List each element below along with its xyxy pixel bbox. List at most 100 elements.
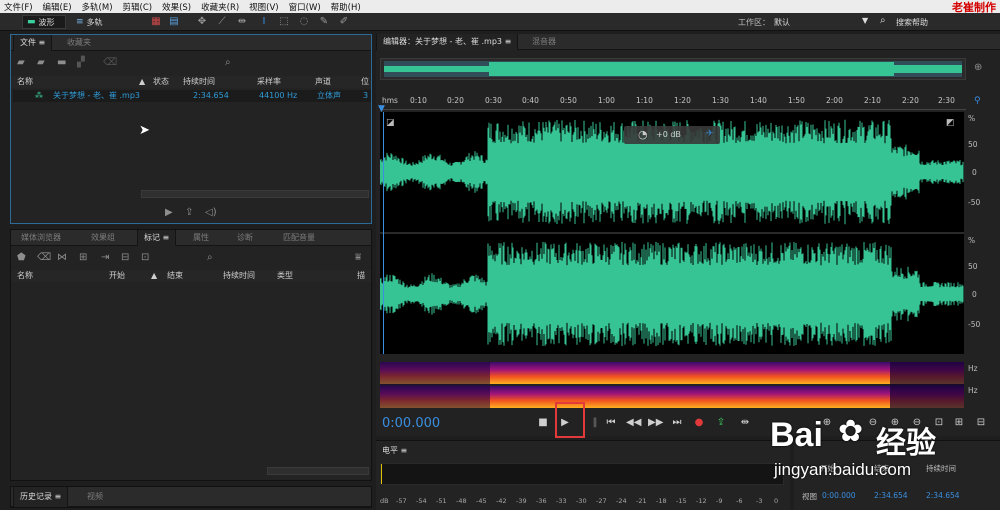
hud-volume[interactable]: ◔ +0 dB ✈ (624, 126, 720, 144)
insert-playlist-icon[interactable]: ⊞ (79, 252, 87, 264)
multitrack-mode-button[interactable]: ≡ 多轨 (72, 15, 116, 29)
spectral-display[interactable] (380, 362, 964, 408)
merge-markers-icon[interactable]: ⋈ (57, 252, 67, 264)
time-selection-tool-icon[interactable]: I (258, 16, 270, 27)
channel-toggle-icon[interactable]: ◩ (946, 118, 955, 128)
menu-help[interactable]: 帮助(H) (327, 1, 367, 13)
delete-icon[interactable]: ⌫ (103, 57, 117, 69)
lasso-tool-icon[interactable]: ◌ (298, 16, 310, 27)
tab-files[interactable]: 文件 ≡ (13, 35, 53, 51)
menu-effects[interactable]: 效果(S) (158, 1, 197, 13)
zoom-out-amplitude-icon[interactable]: ⊖ (866, 417, 880, 429)
autoplay-icon[interactable]: ◁) (205, 207, 217, 219)
col-channels[interactable]: 声道 (315, 76, 331, 88)
tab-match-loudness[interactable]: 匹配音量 (277, 230, 321, 246)
tab-video[interactable]: 视频 (81, 487, 109, 507)
table-row[interactable]: ⁂ 关于梦想 - 老、崔 .mp3 2:34.654 44100 Hz 立体声 … (13, 90, 371, 102)
search-help-input[interactable]: 搜索帮助 (896, 17, 928, 28)
slip-tool-icon[interactable]: ⇹ (236, 16, 248, 27)
spectral-frequency-icon[interactable]: ▦ (150, 16, 162, 27)
batch-icon[interactable]: ⊟ (121, 252, 129, 264)
view-start-value[interactable]: 0:00.000 (822, 491, 856, 500)
volume-knob-icon[interactable]: ◔ (638, 128, 648, 141)
search-icon[interactable]: ⌕ (880, 15, 886, 26)
record-icon[interactable]: ● (692, 417, 706, 429)
tab-editor[interactable]: 编辑器：关于梦想 - 老、崔 .mp3 ≡ (376, 34, 519, 50)
tab-media-browser[interactable]: 媒体浏览器 (15, 230, 67, 246)
tab-diagnostics[interactable]: 诊断 (231, 230, 259, 246)
col-sample-rate[interactable]: 采样率 (257, 76, 281, 88)
pin-icon[interactable]: ✈ (706, 129, 714, 139)
zoom-in-time-icon[interactable]: ⊕ (888, 417, 902, 429)
add-marker-icon[interactable]: ⬟ (17, 252, 26, 264)
tab-effects-group[interactable]: 效果组 (85, 230, 121, 246)
view-end-value[interactable]: 2:34.654 (874, 491, 908, 500)
insert-icon[interactable]: ▞ (77, 57, 85, 69)
menu-favorites[interactable]: 收藏夹(R) (197, 1, 245, 13)
tab-properties[interactable]: 属性 (187, 230, 215, 246)
markers-scrollbar[interactable] (267, 467, 369, 475)
import-file-icon[interactable]: ▰ (37, 57, 45, 69)
chevron-down-icon[interactable]: ▼ (862, 16, 868, 25)
channel-toggle-icon[interactable]: ◪ (386, 118, 395, 128)
skip-selection-icon[interactable]: ⇹ (738, 417, 752, 429)
stop-icon[interactable]: ■ (536, 417, 550, 429)
spectral-pitch-icon[interactable]: ▤ (168, 16, 180, 27)
col-name[interactable]: 名称 (17, 76, 33, 88)
marquee-tool-icon[interactable]: ⬚ (278, 16, 290, 27)
col-type[interactable]: 类型 (277, 270, 293, 282)
loop-playback-icon[interactable]: ⇪ (714, 417, 728, 429)
tab-markers[interactable]: 标记 ≡ (137, 230, 177, 246)
fast-forward-icon[interactable]: ▶▶ (648, 417, 663, 429)
sort-icon[interactable]: ▲ (139, 76, 145, 88)
range-icon[interactable]: ⊡ (141, 252, 149, 264)
skip-to-end-icon[interactable]: ⏭ (670, 417, 684, 429)
col-start[interactable]: 开始 (109, 270, 125, 282)
export-icon[interactable]: ⇥ (101, 252, 109, 264)
overview-navigator[interactable] (380, 58, 966, 80)
col-duration[interactable]: 持续时间 (223, 270, 255, 282)
workspace-select[interactable]: 默认 (774, 17, 874, 28)
col-description[interactable]: 描 (357, 270, 365, 282)
search-icon[interactable]: ⌕ (225, 57, 231, 69)
delete-marker-icon[interactable]: ⌫ (37, 252, 51, 264)
files-scrollbar[interactable] (141, 190, 369, 198)
menu-window[interactable]: 窗口(W) (285, 1, 327, 13)
col-bits[interactable]: 位 (361, 76, 369, 88)
sort-icon[interactable]: ▲ (151, 270, 157, 282)
waveform-mode-button[interactable]: ▬ 波形 (22, 15, 66, 29)
menu-clip[interactable]: 剪辑(C) (119, 1, 159, 13)
new-file-icon[interactable]: ▬ (57, 57, 66, 69)
filter-icon[interactable]: ⩸ (355, 252, 361, 264)
rewind-icon[interactable]: ◀◀ (626, 417, 641, 429)
search-icon[interactable]: ⌕ (207, 252, 213, 264)
open-file-icon[interactable]: ▰ (17, 57, 25, 69)
move-tool-icon[interactable]: ✥ (196, 16, 208, 27)
skip-to-start-icon[interactable]: ⏮ (604, 417, 618, 429)
zoom-full-icon[interactable]: ⊡ (932, 417, 946, 429)
tab-favorites[interactable]: 收藏夹 (61, 35, 97, 51)
col-end[interactable]: 结束 (167, 270, 183, 282)
col-duration[interactable]: 持续时间 (183, 76, 215, 88)
loop-icon[interactable]: ⇪ (185, 207, 193, 219)
zoom-out-time-icon[interactable]: ⊖ (910, 417, 924, 429)
tab-history[interactable]: 历史记录 ≡ (13, 487, 69, 507)
col-status[interactable]: 状态 (153, 76, 169, 88)
menu-file[interactable]: 文件(F) (0, 1, 39, 13)
tab-mixer[interactable]: 混音器 (526, 34, 562, 50)
view-duration-value[interactable]: 2:34.654 (926, 491, 960, 500)
brush-tool-icon[interactable]: ✎ (318, 16, 330, 27)
menu-edit[interactable]: 编辑(E) (39, 1, 78, 13)
play-icon[interactable]: ▶ (165, 207, 173, 219)
menu-multitrack[interactable]: 多轨(M) (78, 1, 119, 13)
zoom-in-amplitude-icon[interactable]: ⊕ (820, 417, 834, 429)
pause-icon[interactable]: ‖ (588, 417, 602, 429)
zoom-left-icon[interactable]: ⊟ (974, 417, 988, 429)
spot-healing-tool-icon[interactable]: ✐ (338, 16, 350, 27)
current-time-display[interactable]: 0:00.000 (382, 416, 440, 431)
zoom-selection-icon[interactable]: ⊞ (952, 417, 966, 429)
time-ruler[interactable]: hms 0:10 0:20 0:30 0:40 0:50 1:00 1:10 1… (380, 96, 966, 110)
zoom-icon[interactable]: ⊕ (974, 62, 982, 74)
col-name[interactable]: 名称 (17, 270, 33, 282)
snap-icon[interactable]: ⚲ (974, 96, 981, 106)
